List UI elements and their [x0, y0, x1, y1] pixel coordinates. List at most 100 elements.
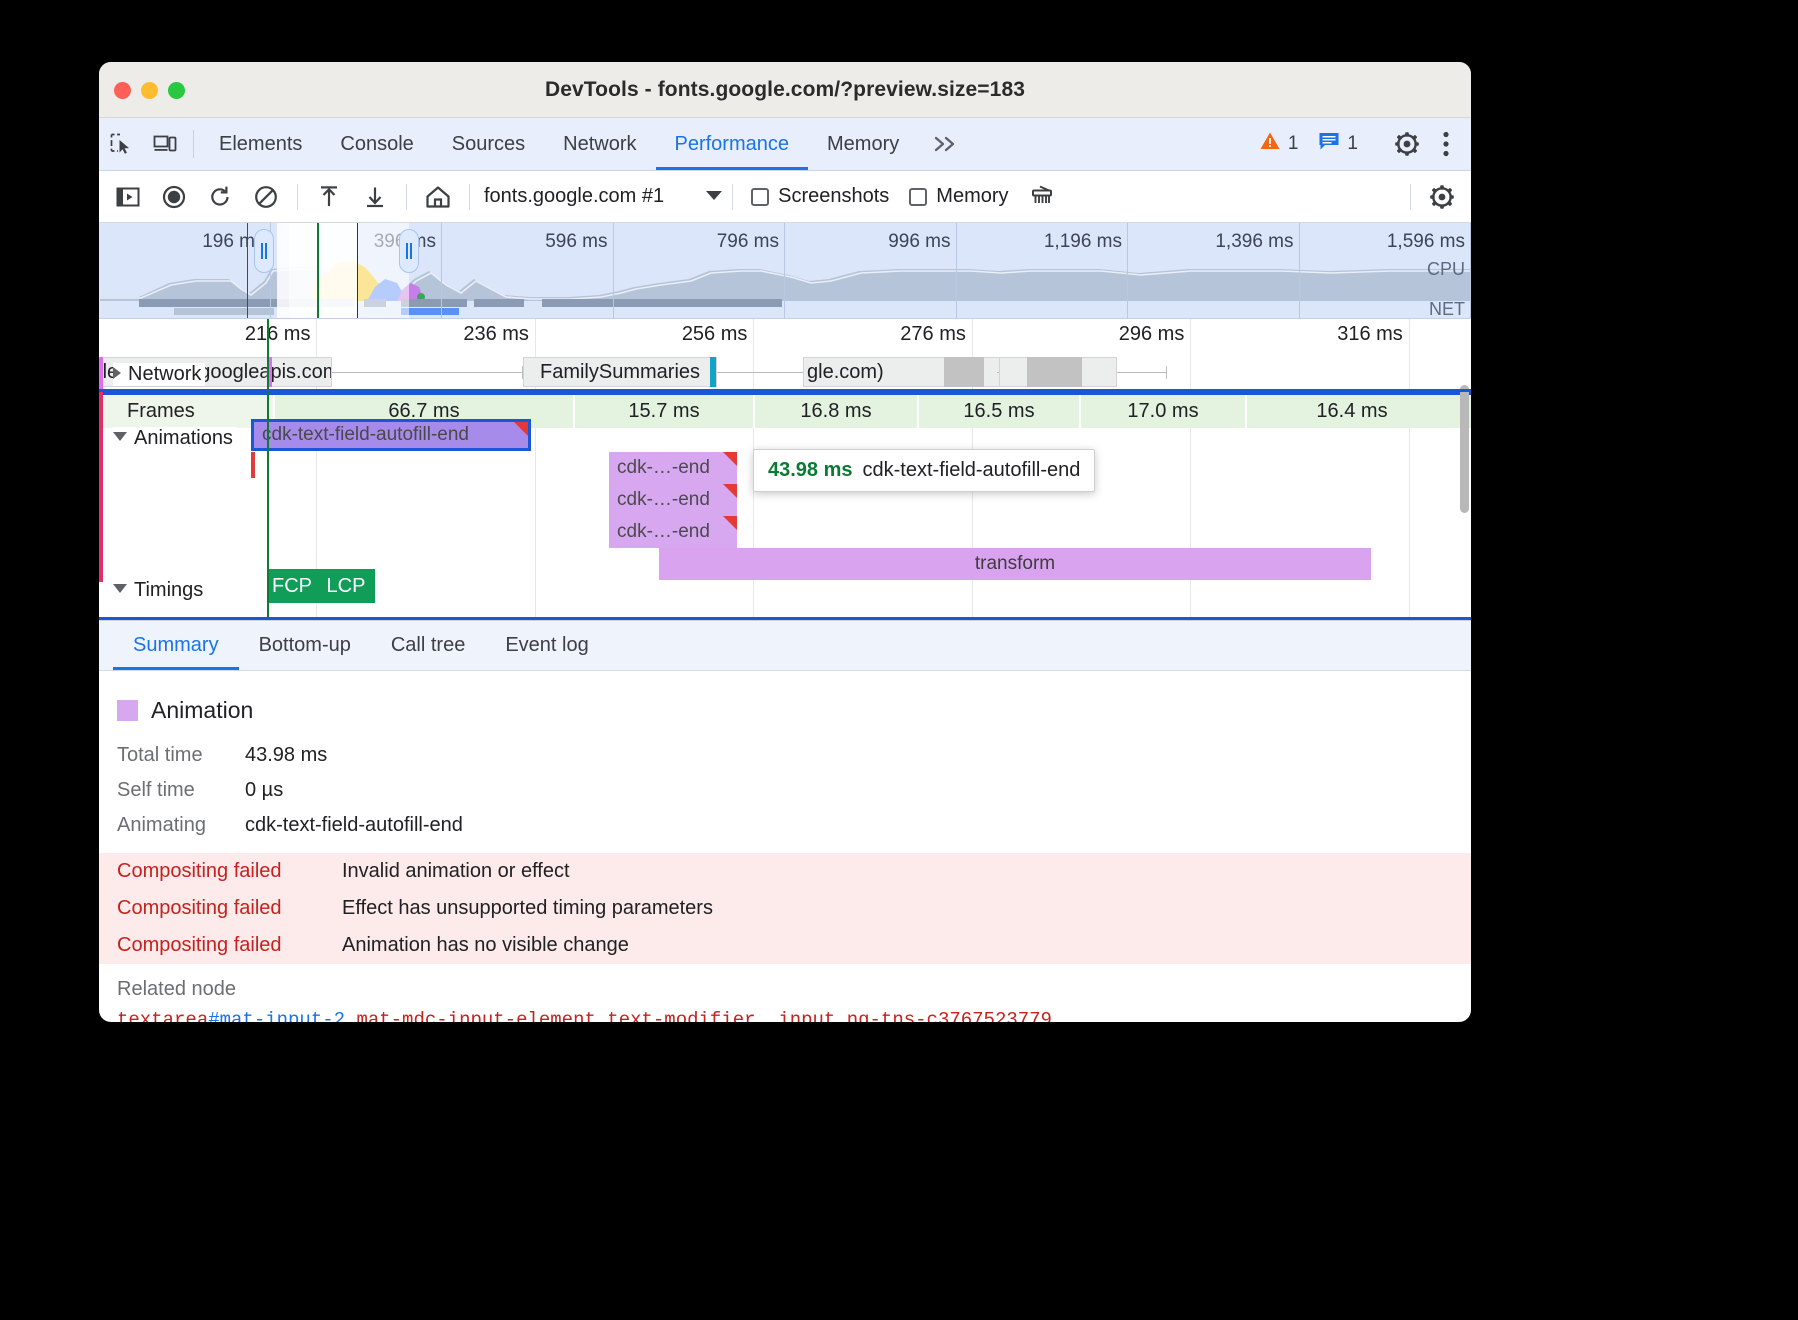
- summary-row-animating: Animating cdk-text-field-autofill-end: [117, 814, 1453, 837]
- animation-bar-2[interactable]: cdk-…-end: [609, 452, 737, 484]
- performance-toolbar: fonts.google.com #1 Screenshots Memory: [99, 171, 1471, 223]
- timing-badge-lcp[interactable]: LCP: [317, 569, 375, 603]
- frame-cell-4[interactable]: 16.5 ms: [919, 395, 1081, 428]
- network-connector-1: [332, 372, 522, 373]
- recording-select-value: fonts.google.com #1: [484, 185, 664, 208]
- message-bubble-icon: [1318, 130, 1340, 158]
- frame-cell-6[interactable]: 16.4 ms: [1247, 395, 1457, 428]
- flame-ruler-tick-label: 296 ms: [1119, 323, 1185, 346]
- animation-bar-2-label: cdk-…-end: [617, 457, 710, 479]
- frame-duration-2: 15.7 ms: [628, 400, 699, 423]
- frame-cell-5[interactable]: 17.0 ms: [1081, 395, 1247, 428]
- frame-cell-2[interactable]: 15.7 ms: [575, 395, 755, 428]
- memory-checkbox[interactable]: Memory: [899, 185, 1018, 208]
- more-options-icon[interactable]: [1429, 131, 1463, 157]
- flame-ruler-tick-label: 316 ms: [1337, 323, 1403, 346]
- flame-ruler-tick-label: 276 ms: [900, 323, 966, 346]
- garbage-collect-icon[interactable]: [1019, 177, 1065, 217]
- network-track: ...le.js (fonts.googleapis.com) FamilySu…: [99, 357, 1471, 387]
- close-window-button[interactable]: [114, 82, 131, 99]
- save-profile-icon[interactable]: [352, 177, 398, 217]
- record-icon[interactable]: [151, 177, 197, 217]
- drawer-tab-event-log-label: Event log: [505, 634, 588, 657]
- reload-and-record-icon[interactable]: [197, 177, 243, 217]
- toggle-sidebar-icon[interactable]: [105, 177, 151, 217]
- capture-settings-gear-icon[interactable]: [1419, 177, 1465, 217]
- fcp-marker-line: [267, 319, 269, 620]
- track-label-timings[interactable]: Timings: [113, 579, 207, 602]
- clear-icon[interactable]: [243, 177, 289, 217]
- device-toolbar-icon[interactable]: [143, 118, 187, 170]
- flame-ruler-tick-label: 256 ms: [682, 323, 748, 346]
- flame-chart-region[interactable]: 216 ms236 ms256 ms276 ms296 ms316 ms Net…: [99, 319, 1471, 621]
- animation-warning-icon-1: [514, 422, 528, 436]
- network-request-2[interactable]: FamilySummaries: [523, 357, 717, 387]
- overview-right-handle[interactable]: [399, 229, 419, 273]
- load-profile-icon[interactable]: [306, 177, 352, 217]
- expand-triangle-icon: [113, 367, 121, 379]
- drawer-tab-call-tree[interactable]: Call tree: [371, 621, 485, 670]
- drawer-tab-summary[interactable]: Summary: [113, 621, 239, 670]
- related-node-value[interactable]: textarea#mat-input-2.mat-mdc-input-eleme…: [117, 1009, 1453, 1022]
- animation-bar-4[interactable]: cdk-…-end: [609, 516, 737, 548]
- track-label-network[interactable]: Network: [113, 363, 205, 386]
- animation-warning-icon-4: [723, 516, 737, 530]
- compositing-failure-1: Compositing failed Invalid animation or …: [99, 853, 1471, 890]
- timing-badge-fcp[interactable]: FCP: [267, 569, 317, 603]
- tab-network[interactable]: Network: [544, 118, 655, 170]
- recording-select[interactable]: fonts.google.com #1: [478, 185, 724, 208]
- flame-ruler-tick-label: 236 ms: [463, 323, 529, 346]
- frame-duration-5: 17.0 ms: [1127, 400, 1198, 423]
- frame-cell-3[interactable]: 16.8 ms: [755, 395, 919, 428]
- tab-performance[interactable]: Performance: [656, 118, 809, 170]
- animation-bar-1[interactable]: cdk-text-field-autofill-end: [251, 419, 531, 451]
- compositing-failure-2-value: Effect has unsupported timing parameters: [342, 897, 713, 920]
- network-connector-2: [717, 372, 803, 373]
- event-tooltip: 43.98 mscdk-text-field-autofill-end: [753, 449, 1095, 492]
- overview-marker-line-fcp: [317, 223, 319, 318]
- tab-elements[interactable]: Elements: [200, 118, 321, 170]
- overview-tick: 196 ms: [99, 223, 271, 319]
- drawer-tab-bottom-up[interactable]: Bottom-up: [239, 621, 371, 670]
- track-label-frames-text: Frames: [127, 400, 195, 423]
- overview-left-handle[interactable]: [254, 229, 274, 273]
- gear-icon[interactable]: [1385, 130, 1429, 158]
- drawer-tab-event-log[interactable]: Event log: [485, 621, 608, 670]
- more-tabs-chevron-icon[interactable]: [918, 118, 976, 170]
- messages-counter[interactable]: 1: [1308, 130, 1368, 158]
- warnings-counter[interactable]: 1: [1249, 130, 1309, 158]
- perf-toolbar-right: [1402, 177, 1465, 217]
- track-label-animations[interactable]: Animations: [113, 427, 237, 450]
- animation-bar-3[interactable]: cdk-…-end: [609, 484, 737, 516]
- warning-triangle-icon: [1259, 130, 1281, 158]
- flame-chart-scrollbar-track[interactable]: [1459, 319, 1471, 620]
- screenshots-checkbox[interactable]: Screenshots: [741, 185, 899, 208]
- overview-marker-line-1: [247, 223, 248, 318]
- devtools-window: DevTools - fonts.google.com/?preview.siz…: [99, 62, 1471, 1022]
- tab-console[interactable]: Console: [321, 118, 432, 170]
- related-node-label: Related node: [117, 978, 1453, 1001]
- overview-tick: 796 ms: [614, 223, 786, 319]
- overview-tick-label: 1,396 ms: [1215, 231, 1293, 253]
- network-request-4-segment: [1027, 357, 1082, 387]
- message-count: 1: [1347, 133, 1358, 155]
- animation-warning-icon-3: [723, 484, 737, 498]
- tab-memory[interactable]: Memory: [808, 118, 918, 170]
- tab-elements-label: Elements: [219, 133, 302, 156]
- animation-bar-transform[interactable]: transform: [659, 548, 1371, 580]
- animation-bar-1-label: cdk-text-field-autofill-end: [262, 424, 469, 446]
- tab-sources[interactable]: Sources: [433, 118, 544, 170]
- frame-duration-4: 16.5 ms: [963, 400, 1034, 423]
- timing-badge-fcp-label: FCP: [272, 575, 312, 598]
- inspect-element-icon[interactable]: [99, 118, 143, 170]
- collapse-triangle-icon: [113, 432, 127, 441]
- tabs-separator: [193, 130, 194, 158]
- minimize-window-button[interactable]: [141, 82, 158, 99]
- frame-duration-6: 16.4 ms: [1316, 400, 1387, 423]
- summary-row-self-time: Self time 0 µs: [117, 779, 1453, 802]
- flame-chart-scrollbar-thumb[interactable]: [1460, 385, 1469, 513]
- home-icon[interactable]: [415, 177, 461, 217]
- timeline-overview[interactable]: 196 ms396 ms596 ms796 ms996 ms1,196 ms1,…: [99, 223, 1471, 319]
- maximize-window-button[interactable]: [168, 82, 185, 99]
- compositing-failure-2-key: Compositing failed: [117, 897, 342, 920]
